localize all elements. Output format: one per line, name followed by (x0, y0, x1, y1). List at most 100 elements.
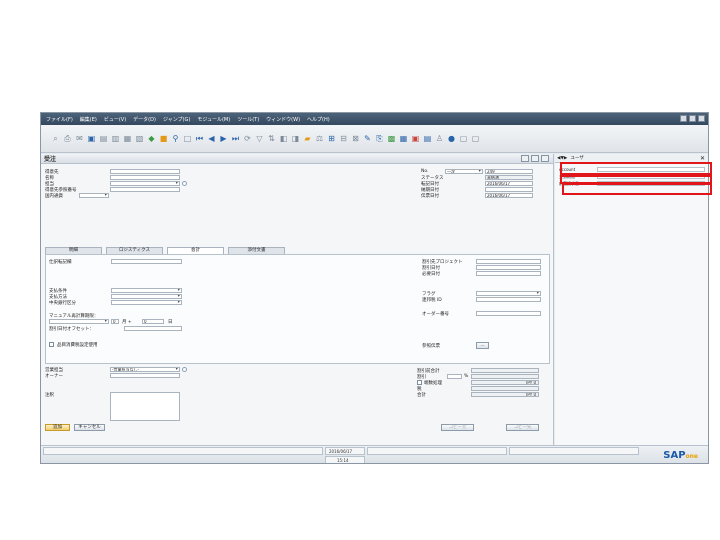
indicator-select[interactable] (476, 291, 541, 296)
refresh-icon[interactable]: ⟳ (243, 134, 252, 143)
calendar-icon[interactable]: ▦ (399, 134, 408, 143)
info-icon[interactable] (182, 181, 187, 186)
menu-goto[interactable]: ジャンプ(G) (163, 116, 190, 123)
menu-modules[interactable]: モジュール(M) (197, 116, 230, 123)
menu-file[interactable]: ファイル(F) (46, 116, 73, 123)
restore-icon[interactable] (689, 115, 696, 122)
delivery-date-field[interactable] (485, 187, 533, 192)
email-icon[interactable]: ✉ (75, 134, 84, 143)
payment-method-select[interactable] (111, 294, 182, 299)
base-document-icon[interactable]: ◧ (279, 134, 288, 143)
contact-select[interactable] (110, 181, 180, 186)
owner-field[interactable] (110, 373, 180, 378)
next-record-icon[interactable]: ▶ (219, 134, 228, 143)
menu-window[interactable]: ウィンドウ(W) (266, 116, 300, 123)
drafts-icon[interactable]: ▩ (387, 134, 396, 143)
volume-weight-icon[interactable]: ⚖ (315, 134, 324, 143)
tab-logistics[interactable]: ロジスティクス (106, 247, 163, 254)
menu-tools[interactable]: ツール(T) (237, 116, 259, 123)
posting-date-field[interactable]: 2016/06/17 (485, 181, 533, 186)
label-total: 合計 (417, 393, 426, 398)
customer-field[interactable] (110, 169, 180, 174)
referenced-document-button[interactable]: ... (476, 342, 489, 349)
lock-icon[interactable]: ■ (159, 134, 168, 143)
days-field[interactable]: 0 (142, 319, 164, 324)
form-close-icon[interactable] (541, 155, 549, 162)
udf-close-icon[interactable]: ✕ (700, 155, 705, 162)
sms-icon[interactable]: ▤ (99, 134, 108, 143)
menu-edit[interactable]: 編集(E) (80, 116, 97, 123)
tab-accounting[interactable]: 会計 (167, 247, 224, 254)
add-button[interactable]: 追加 (45, 424, 70, 431)
discount-project-field[interactable] (476, 259, 541, 264)
sort-icon[interactable]: ⇅ (267, 134, 276, 143)
gross-profit-icon[interactable]: ▰ (303, 134, 312, 143)
discount-amount-field (471, 374, 539, 379)
currency-select[interactable] (79, 193, 109, 198)
manual-recalc-select[interactable] (49, 319, 109, 324)
tab-attachments[interactable]: 添付文書 (228, 247, 285, 254)
add-icon[interactable]: □ (183, 134, 192, 143)
messages-icon[interactable]: ▣ (411, 134, 420, 143)
previous-record-icon[interactable]: ◀ (207, 134, 216, 143)
doc-settings-icon[interactable]: ⊟ (339, 134, 348, 143)
required-date-field[interactable] (476, 271, 541, 276)
series-select[interactable]: 一次 (445, 169, 483, 174)
menu-view[interactable]: ビュー(V) (104, 116, 126, 123)
excel-icon[interactable]: ▧ (135, 134, 144, 143)
order-number-field[interactable] (476, 311, 541, 316)
payment-terms-select[interactable] (111, 288, 182, 293)
form-minimize-icon[interactable] (521, 155, 529, 162)
remarks-textarea[interactable] (110, 392, 180, 421)
fax-icon[interactable]: ▥ (111, 134, 120, 143)
alerts-icon[interactable]: ▤ (423, 134, 432, 143)
org-chart-icon[interactable]: ♙ (435, 134, 444, 143)
help-icon[interactable]: ● (447, 134, 456, 143)
close-icon[interactable] (698, 115, 705, 122)
discount-date-field[interactable] (476, 265, 541, 270)
payment-means-icon[interactable]: ⊞ (327, 134, 336, 143)
print-icon[interactable]: ⎙ (63, 134, 72, 143)
tab-strip: 明細 ロジスティクス 会計 添付文書 (45, 247, 285, 254)
form-maximize-icon[interactable] (531, 155, 539, 162)
sales-employee-select[interactable]: -営業担当なし- (110, 367, 180, 372)
discount-percent-field[interactable] (447, 374, 462, 379)
window-b-icon[interactable]: ▢ (471, 134, 480, 143)
central-bank-select[interactable] (111, 300, 182, 305)
copy-icon[interactable]: ⎘ (375, 134, 384, 143)
pick-icon[interactable]: ⊠ (351, 134, 360, 143)
cash-discount-offset-field[interactable] (124, 326, 182, 331)
window-a-icon[interactable]: ▢ (459, 134, 468, 143)
target-document-icon[interactable]: ◨ (291, 134, 300, 143)
find-icon[interactable]: ⚲ (171, 134, 180, 143)
doc-number-field[interactable]: 249 (485, 169, 533, 174)
search-icon[interactable]: ⌕ (51, 134, 60, 143)
edit-icon[interactable]: ✎ (363, 134, 372, 143)
federal-tax-id-field[interactable] (476, 297, 541, 302)
months-field[interactable]: 0 (111, 319, 119, 324)
menu-help[interactable]: ヘルプ(H) (307, 116, 330, 123)
name-field[interactable] (110, 175, 180, 180)
tab-contents[interactable]: 明細 (45, 247, 102, 254)
last-record-icon[interactable]: ⏭ (231, 134, 240, 143)
journal-remark-field[interactable] (111, 259, 182, 264)
customer-ref-field[interactable] (110, 187, 180, 192)
udf-nav-icon[interactable]: ◀▼▶ (557, 156, 567, 161)
first-record-icon[interactable]: ⏮ (195, 134, 204, 143)
menu-data[interactable]: データ(D) (133, 116, 156, 123)
label-percent: % (464, 374, 469, 379)
copy-to-button[interactable]: コピー先 (506, 424, 539, 431)
label-no: No. (421, 169, 429, 174)
cancel-button[interactable]: キャンセル (74, 424, 105, 431)
export-icon[interactable]: ▣ (87, 134, 96, 143)
rounding-checkbox[interactable] (417, 380, 422, 385)
document-date-field[interactable]: 2016/06/17 (485, 193, 533, 198)
minimize-icon[interactable] (680, 115, 687, 122)
sales-employee-info-icon[interactable] (182, 367, 187, 372)
word-icon[interactable]: ▦ (123, 134, 132, 143)
item-tax-checkbox[interactable] (49, 342, 54, 347)
copy-from-button[interactable]: コピー元 (441, 424, 474, 431)
label-cash-discount-offset: 割引日付オフセット： (49, 327, 94, 332)
filter-icon[interactable]: ▽ (255, 134, 264, 143)
launch-icon[interactable]: ◆ (147, 134, 156, 143)
